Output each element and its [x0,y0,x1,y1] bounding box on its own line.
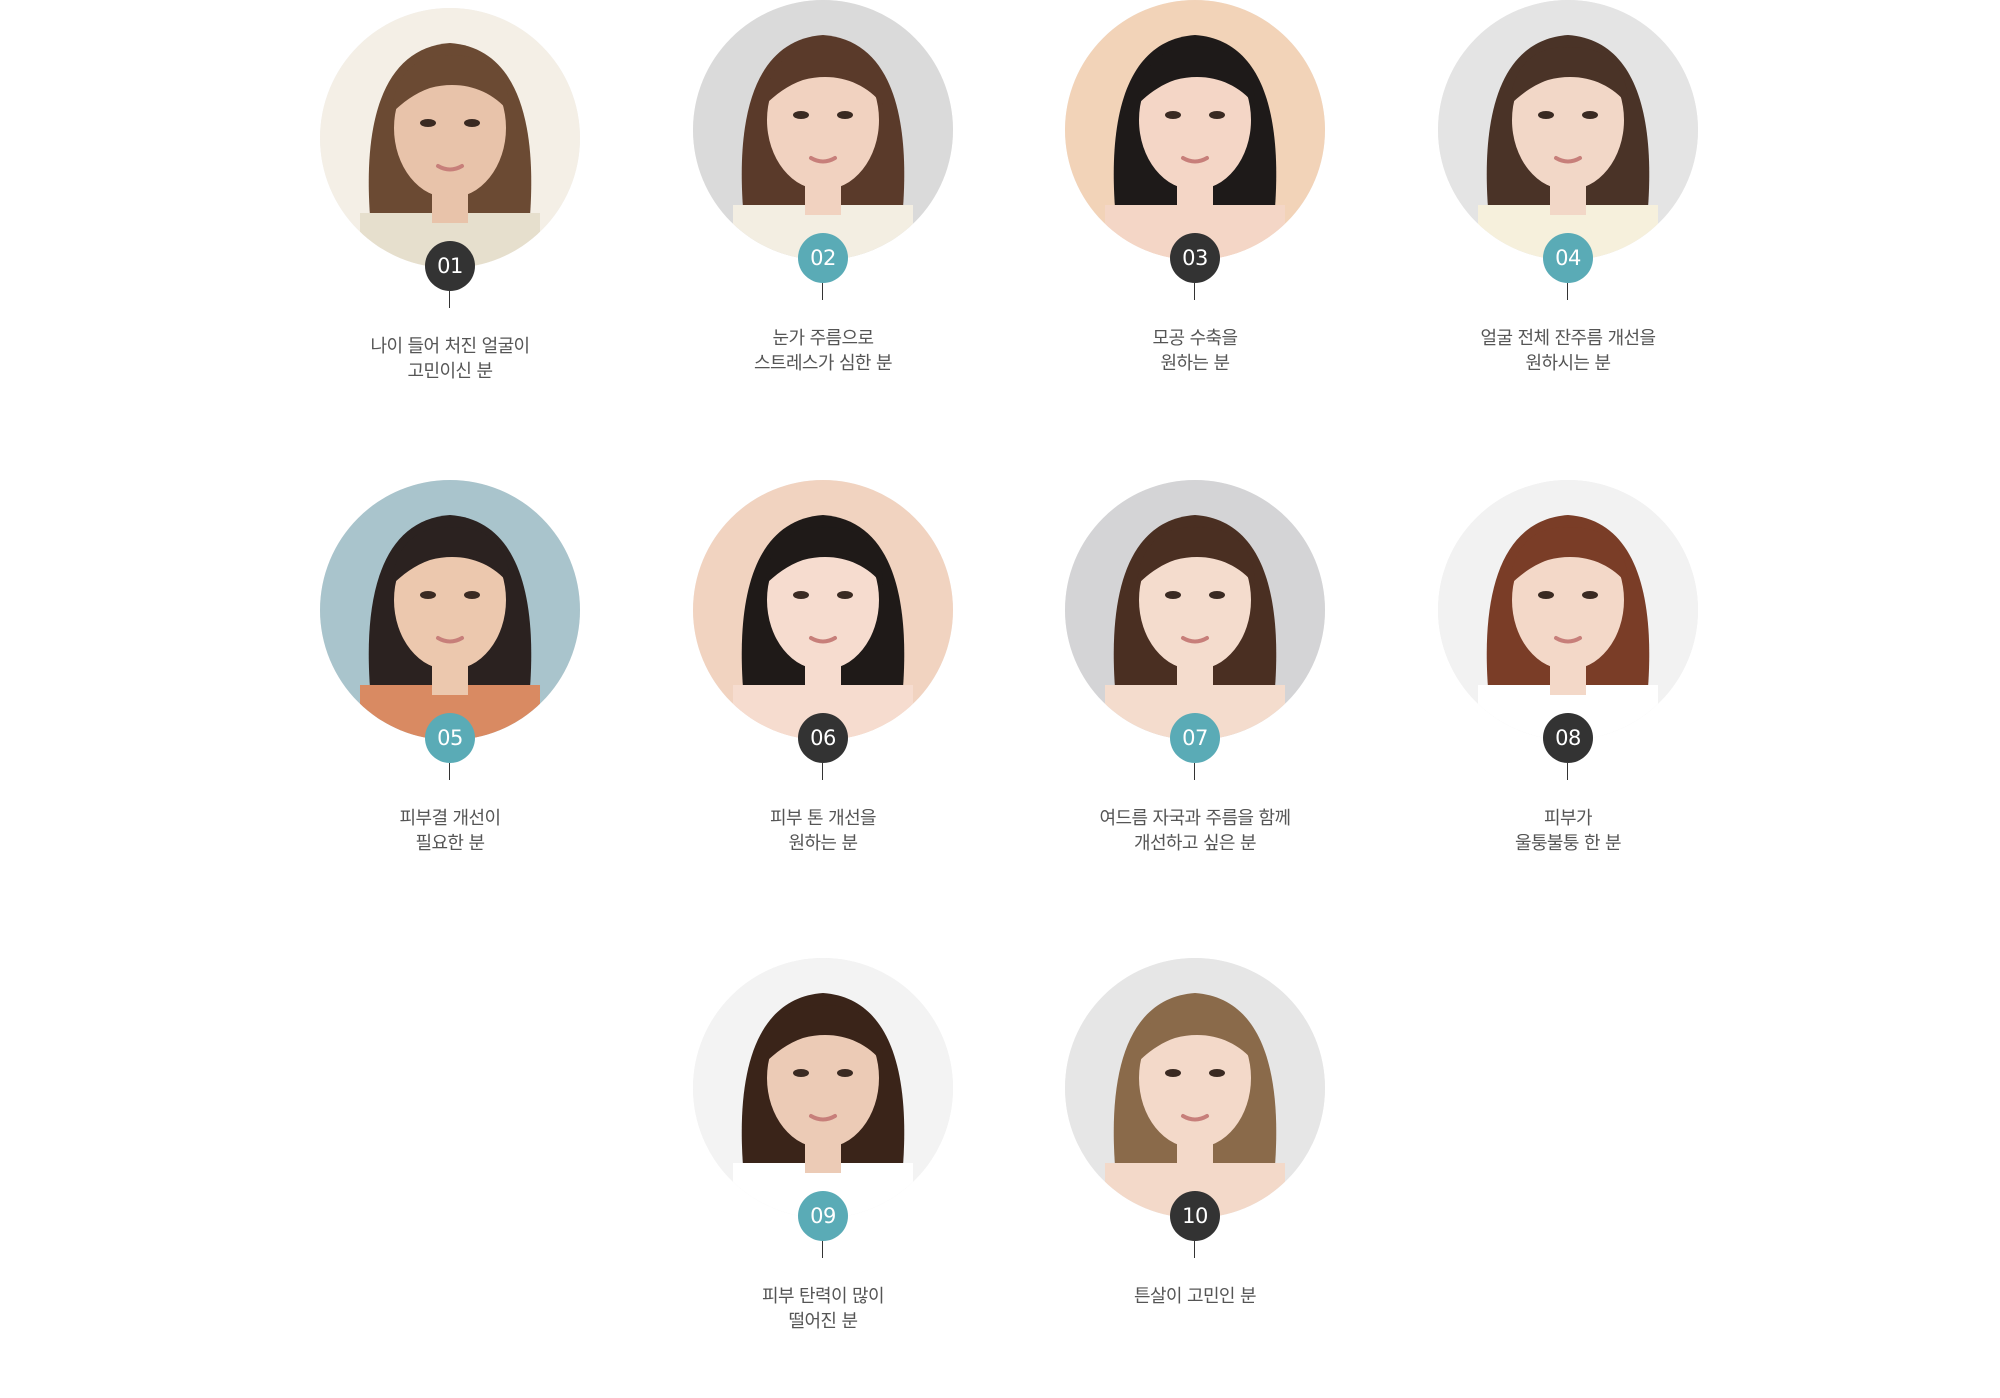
label-line-2: 필요한 분 [415,833,486,854]
badge-connector-line [1194,283,1195,300]
label-line-2: 원하는 분 [788,833,859,854]
concern-label: 피부가 울퉁불퉁 한 분 [1388,806,1748,856]
concern-label: 나이 들어 처진 얼굴이 고민이신 분 [270,334,630,384]
portrait-illustration [693,0,953,260]
concern-label: 피부 톤 개선을 원하는 분 [643,806,1003,856]
portrait-illustration [1065,958,1325,1218]
portrait-illustration [1438,0,1698,260]
concern-card-08[interactable]: 08 피부가 울퉁불퉁 한 분 [1388,480,1748,920]
number-badge: 09 [798,1191,848,1241]
label-line-1: 피부 톤 개선을 [769,808,877,829]
badge-connector-line [822,1241,823,1258]
label-line-2: 고민이신 분 [407,361,494,382]
portrait-photo [693,0,953,260]
badge-connector-line [822,283,823,300]
concern-label: 눈가 주름으로 스트레스가 심한 분 [643,326,1003,376]
badge-connector-line [449,763,450,780]
portrait-illustration [1065,480,1325,740]
portrait-photo [693,480,953,740]
label-line-1: 피부 탄력이 많이 [762,1286,885,1307]
portrait-photo [320,8,580,268]
badge-connector-line [822,763,823,780]
label-line-2: 떨어진 분 [788,1311,859,1332]
number-badge: 06 [798,713,848,763]
number-badge: 03 [1170,233,1220,283]
portrait-photo [320,480,580,740]
number-badge: 01 [425,241,475,291]
number-badge: 10 [1170,1191,1220,1241]
label-line-1: 얼굴 전체 잔주름 개선을 [1480,328,1657,349]
label-line-1: 튼살이 고민인 분 [1134,1286,1257,1307]
concern-card-03[interactable]: 03 모공 수축을 원하는 분 [1015,0,1375,440]
portrait-illustration [693,958,953,1218]
portrait-illustration [320,480,580,740]
concern-label: 모공 수축을 원하는 분 [1015,326,1375,376]
portrait-photo [1438,480,1698,740]
number-badge: 07 [1170,713,1220,763]
portrait-photo [1438,0,1698,260]
number-badge: 02 [798,233,848,283]
label-line-2: 스트레스가 심한 분 [754,353,893,374]
portrait-photo [1065,480,1325,740]
concern-card-05[interactable]: 05 피부결 개선이 필요한 분 [270,480,630,920]
number-badge: 04 [1543,233,1593,283]
label-line-1: 피부가 [1544,808,1592,829]
label-line-1: 눈가 주름으로 [772,328,874,349]
concern-card-01[interactable]: 01 나이 들어 처진 얼굴이 고민이신 분 [270,8,630,448]
portrait-illustration [1438,480,1698,740]
concern-label: 피부 탄력이 많이 떨어진 분 [643,1284,1003,1334]
concern-card-09[interactable]: 09 피부 탄력이 많이 떨어진 분 [643,958,1003,1398]
concern-card-02[interactable]: 02 눈가 주름으로 스트레스가 심한 분 [643,0,1003,440]
portrait-illustration [320,8,580,268]
portrait-illustration [1065,0,1325,260]
label-line-1: 피부결 개선이 [399,808,501,829]
number-badge: 05 [425,713,475,763]
label-line-2: 원하는 분 [1160,353,1231,374]
label-line-2: 울퉁불퉁 한 분 [1514,833,1622,854]
badge-connector-line [1194,763,1195,780]
label-line-2: 개선하고 싶은 분 [1134,833,1257,854]
portrait-photo [1065,958,1325,1218]
label-line-1: 여드름 자국과 주름을 함께 [1099,808,1292,829]
concern-grid: 01 나이 들어 처진 얼굴이 고민이신 분 02 눈가 주름으로 스트레스가 … [0,0,2000,1332]
concern-label: 여드름 자국과 주름을 함께 개선하고 싶은 분 [1015,806,1375,856]
badge-connector-line [1567,763,1568,780]
concern-card-04[interactable]: 04 얼굴 전체 잔주름 개선을 원하시는 분 [1388,0,1748,440]
badge-connector-line [449,291,450,308]
label-line-1: 모공 수축을 [1152,328,1239,349]
concern-card-07[interactable]: 07 여드름 자국과 주름을 함께 개선하고 싶은 분 [1015,480,1375,920]
concern-card-10[interactable]: 10 튼살이 고민인 분 [1015,958,1375,1398]
portrait-illustration [693,480,953,740]
badge-connector-line [1194,1241,1195,1258]
concern-label: 피부결 개선이 필요한 분 [270,806,630,856]
number-badge: 08 [1543,713,1593,763]
portrait-photo [693,958,953,1218]
concern-label: 얼굴 전체 잔주름 개선을 원하시는 분 [1388,326,1748,376]
concern-label: 튼살이 고민인 분 [1015,1284,1375,1309]
label-line-1: 나이 들어 처진 얼굴이 [370,336,530,357]
portrait-photo [1065,0,1325,260]
concern-card-06[interactable]: 06 피부 톤 개선을 원하는 분 [643,480,1003,920]
label-line-2: 원하시는 분 [1525,353,1612,374]
badge-connector-line [1567,283,1568,300]
